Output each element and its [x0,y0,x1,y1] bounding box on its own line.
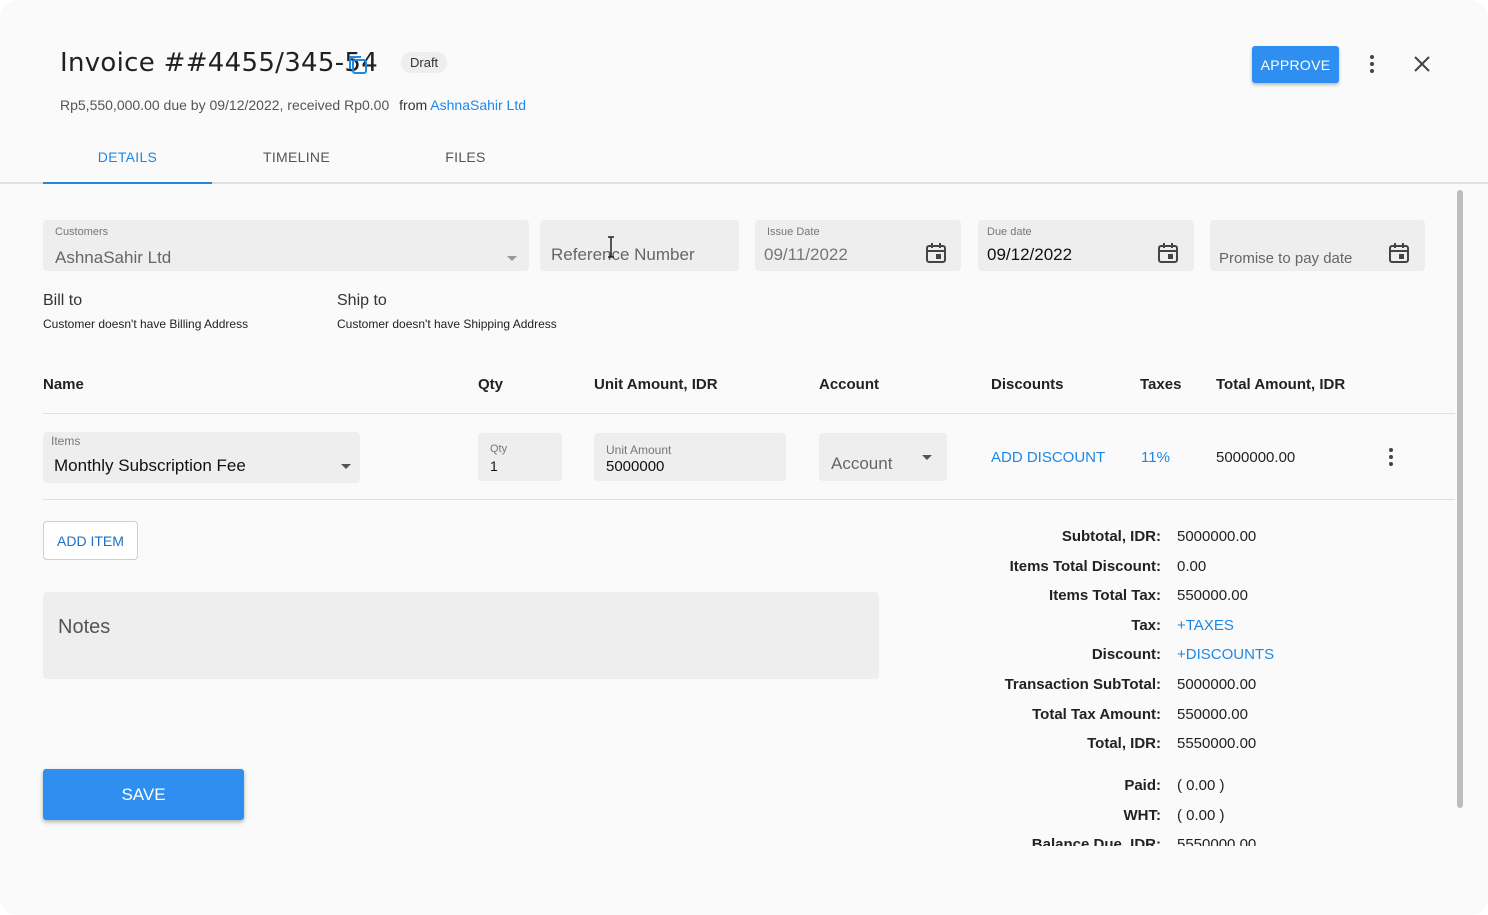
summary-value: 5550000.00 [1177,735,1257,752]
promise-to-pay-field[interactable]: Promise to pay date [1210,220,1425,271]
issue-date-label: Issue Date [767,226,820,238]
promise-to-pay-placeholder: Promise to pay date [1219,250,1353,267]
notes-placeholder: Notes [58,616,111,638]
issue-date-field[interactable]: Issue Date 09/11/2022 [755,220,961,271]
more-vert-icon[interactable] [1360,49,1384,79]
col-header-unit-amount: Unit Amount, IDR [594,376,718,393]
tab-files[interactable]: FILES [381,130,550,184]
summary-value: 550000.00 [1177,706,1248,723]
tab-details[interactable]: DETAILS [43,130,212,184]
due-summary-text: Rp5,550,000.00 due by 09/12/2022, receiv… [60,97,390,113]
approve-button[interactable]: APPROVE [1252,46,1339,83]
summary-label: Paid: [1124,777,1161,794]
col-header-discounts: Discounts [991,376,1064,393]
qty-input[interactable]: Qty 1 [478,433,562,481]
customer-link[interactable]: AshnaSahir Ltd [430,97,526,113]
summary-value: 5000000.00 [1177,528,1257,545]
status-badge: Draft [401,52,448,73]
due-date-label: Due date [987,226,1032,238]
due-date-field[interactable]: Due date 09/12/2022 [978,220,1194,271]
calendar-icon[interactable] [925,242,947,264]
items-label: Items [51,434,81,448]
divider [43,413,1455,414]
unit-amount-input[interactable]: Unit Amount 5000000 [594,433,786,481]
chevron-down-icon [341,464,351,469]
scrollbar[interactable] [1457,190,1463,808]
customers-select[interactable]: Customers AshnaSahir Ltd [43,220,529,271]
summary-value: 5000000.00 [1177,676,1257,693]
summary-label: Transaction SubTotal: [1004,676,1161,693]
scroll-clip [990,846,1470,866]
tab-timeline[interactable]: TIMELINE [212,130,381,184]
page-title: Invoice ##4455/345-54 [60,48,379,78]
row-total: 5000000.00 [1216,449,1296,466]
tab-bar: DETAILS TIMELINE FILES [0,130,1488,184]
customers-value: AshnaSahir Ltd [55,248,172,267]
summary-label: Tax: [1131,617,1161,634]
row-more-icon[interactable] [1379,442,1403,472]
summary-value: ( 0.00 ) [1177,807,1225,824]
bill-to-text: Customer doesn't have Billing Address [43,317,249,331]
notes-textarea[interactable]: Notes [43,592,879,679]
qty-value: 1 [490,458,498,474]
summary-value: 0.00 [1177,558,1207,575]
col-header-qty: Qty [478,376,504,393]
unit-amount-value: 5000000 [606,458,665,475]
summary-label: Items Total Discount: [1009,558,1161,575]
unit-amount-label: Unit Amount [606,443,672,457]
col-header-taxes: Taxes [1140,376,1182,393]
ship-to-text: Customer doesn't have Shipping Address [337,317,557,331]
customers-label: Customers [55,226,109,238]
account-placeholder: Account [831,454,893,473]
summary-label: Subtotal, IDR: [1061,528,1161,545]
reference-number-placeholder: Reference Number [551,245,695,264]
summary-value: 550000.00 [1177,587,1248,604]
tax-link[interactable]: 11% [1141,449,1170,466]
col-header-total-amount: Total Amount, IDR [1216,376,1346,393]
reference-number-input[interactable]: Reference Number [540,220,739,271]
chevron-down-icon [507,256,517,261]
summary-label: Total, IDR: [1087,735,1161,752]
save-button[interactable]: SAVE [43,769,244,820]
due-summary: Rp5,550,000.00 due by 09/12/2022, receiv… [60,97,526,113]
account-select[interactable]: Account [819,433,947,481]
add-taxes-link[interactable]: +TAXES [1177,617,1234,634]
summary-label: Discount: [1091,646,1161,663]
close-icon[interactable] [1408,50,1436,78]
bill-to-title: Bill to [43,292,83,309]
add-discounts-link[interactable]: +DISCOUNTS [1177,646,1274,663]
due-date-value: 09/12/2022 [987,245,1073,264]
item-select[interactable]: Items Monthly Subscription Fee [43,432,360,483]
summary-value: ( 0.00 ) [1177,777,1225,794]
calendar-icon[interactable] [1388,242,1410,264]
add-discount-link[interactable]: ADD DISCOUNT [991,449,1105,466]
invoice-modal: Invoice ##4455/345-54 Draft Rp5,550,000.… [0,0,1488,915]
chevron-down-icon [922,455,932,460]
add-item-button[interactable]: ADD ITEM [43,521,138,560]
summary-label: Items Total Tax: [1049,587,1161,604]
copy-icon[interactable] [345,52,371,78]
qty-label: Qty [490,443,508,455]
col-header-name: Name [43,376,84,393]
ship-to-title: Ship to [337,292,387,309]
summary-label: Total Tax Amount: [1032,706,1161,723]
item-value: Monthly Subscription Fee [54,456,246,475]
text-cursor-icon [608,236,614,258]
from-label: from [399,97,428,113]
divider [43,499,1455,500]
issue-date-value: 09/11/2022 [764,245,848,264]
calendar-icon[interactable] [1157,242,1179,264]
summary-label: WHT: [1123,807,1162,824]
col-header-account: Account [819,376,879,393]
